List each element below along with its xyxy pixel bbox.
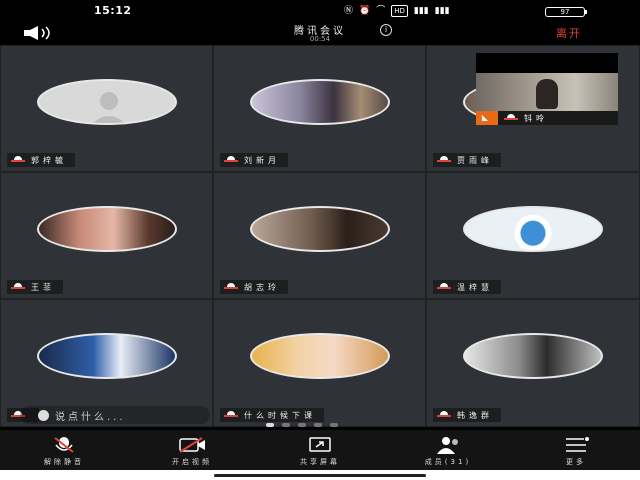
- chat-input[interactable]: 说点什么...: [20, 406, 210, 424]
- mic-muted-icon: [224, 155, 238, 165]
- battery-icon: 97: [545, 7, 587, 17]
- avatar: [249, 205, 390, 252]
- meeting-timer: 00:54: [309, 35, 331, 43]
- participant-name: 贾雨峰: [457, 155, 493, 165]
- hd-icon: HD: [391, 5, 408, 17]
- toolbar-label: 共享屏幕: [300, 458, 340, 466]
- name-tag: 郭梓毓: [7, 153, 75, 167]
- mic-muted-icon: [437, 282, 451, 292]
- video-name-bar: ◣ 钭呤: [476, 111, 618, 125]
- more-icon: [566, 437, 589, 452]
- name-tag: 什么时候下课: [220, 408, 324, 422]
- participant-tile[interactable]: 王菲: [0, 172, 213, 299]
- toolbar-label: 解除静音: [44, 458, 84, 466]
- video-participant-name: 钭呤: [524, 113, 548, 123]
- self-video-window[interactable]: ◣ 钭呤: [476, 53, 618, 125]
- wifi-icon: ⌒: [376, 6, 386, 16]
- avatar: [249, 78, 390, 125]
- name-tag: 刘新月: [220, 153, 288, 167]
- members-button[interactable]: 成员(31): [384, 430, 512, 470]
- video-person: [536, 79, 558, 109]
- alarm-icon: ⏰: [359, 6, 371, 16]
- meeting-header: 腾讯会议 i 00:54 离开: [0, 20, 640, 45]
- toolbar-label: 成员(31): [424, 458, 472, 466]
- mic-muted-icon: [437, 155, 451, 165]
- toolbar-label: 开启视频: [172, 458, 212, 466]
- participant-tile[interactable]: 刘新月: [213, 45, 426, 172]
- name-tag: 王菲: [7, 280, 63, 294]
- avatar: [36, 333, 177, 379]
- avatar: [36, 78, 177, 125]
- home-indicator[interactable]: [214, 474, 426, 477]
- participant-tile[interactable]: 胡志玲: [213, 172, 426, 299]
- participant-name: 郭梓毓: [31, 155, 67, 165]
- avatar: [463, 333, 603, 379]
- avatar: [249, 333, 390, 379]
- mic-muted-icon: [437, 410, 451, 420]
- name-tag: 温梓慧: [433, 280, 501, 294]
- mic-muted-icon: [224, 410, 238, 420]
- name-tag: 胡志玲: [220, 280, 288, 294]
- status-icons: Ⓝ ⏰ ⌒ HD ▮▮▮ ▮▮▮: [344, 5, 450, 17]
- mic-muted-icon: [504, 113, 518, 123]
- participant-tile[interactable]: 什么时候下课: [213, 299, 426, 427]
- default-avatar-icon: [92, 91, 125, 123]
- toolbar-label: 更多: [566, 458, 586, 466]
- page-dot[interactable]: [298, 423, 306, 427]
- participant-tile[interactable]: 温梓慧: [426, 172, 640, 299]
- mic-muted-icon: [54, 437, 74, 453]
- members-icon: [437, 437, 458, 454]
- participant-name: 刘新月: [244, 155, 280, 165]
- battery-level: 97: [560, 8, 570, 16]
- name-tag: 韩逸群: [433, 408, 501, 422]
- start-video-button[interactable]: 开启视频: [128, 430, 256, 470]
- status-bar: 15:12 Ⓝ ⏰ ⌒ HD ▮▮▮ ▮▮▮ 97: [0, 0, 640, 20]
- participant-tile[interactable]: 郭梓毓: [0, 45, 213, 172]
- speaker-icon[interactable]: [22, 26, 58, 40]
- mic-muted-icon: [11, 155, 25, 165]
- participant-name: 温梓慧: [457, 282, 493, 292]
- mic-muted-icon: [11, 282, 25, 292]
- unmute-button[interactable]: 解除静音: [0, 430, 128, 470]
- more-button[interactable]: 更多: [512, 430, 640, 470]
- camera-off-icon: [179, 437, 205, 453]
- name-tag: 贾雨峰: [433, 153, 501, 167]
- meeting-toolbar: 解除静音 开启视频 共享屏幕 成员(31) 更多: [0, 430, 640, 470]
- avatar: [463, 205, 603, 252]
- participant-tile[interactable]: 韩逸群: [426, 299, 640, 427]
- page-dot[interactable]: [330, 423, 338, 427]
- chat-placeholder: 说点什么...: [55, 411, 126, 423]
- nfc-icon: Ⓝ: [344, 6, 354, 16]
- emoji-icon[interactable]: [38, 409, 49, 421]
- share-screen-icon: [309, 437, 331, 452]
- page-indicator: [266, 423, 338, 427]
- participant-name: 王菲: [31, 282, 55, 292]
- avatar: [36, 205, 177, 252]
- info-icon[interactable]: i: [380, 24, 392, 36]
- page-dot[interactable]: [266, 423, 274, 427]
- mic-muted-icon: [224, 282, 238, 292]
- participant-name: 韩逸群: [457, 410, 493, 420]
- signal-icon: ▮▮▮: [434, 6, 450, 16]
- status-time: 15:12: [94, 4, 132, 17]
- page-dot[interactable]: [314, 423, 322, 427]
- leave-button[interactable]: 离开: [556, 25, 582, 41]
- signal-icon: ▮▮▮: [413, 6, 429, 16]
- participant-name: 胡志玲: [244, 282, 280, 292]
- page-dot[interactable]: [282, 423, 290, 427]
- participant-name: 什么时候下课: [244, 410, 316, 420]
- share-screen-button[interactable]: 共享屏幕: [256, 430, 384, 470]
- camera-icon: ◣: [476, 111, 498, 125]
